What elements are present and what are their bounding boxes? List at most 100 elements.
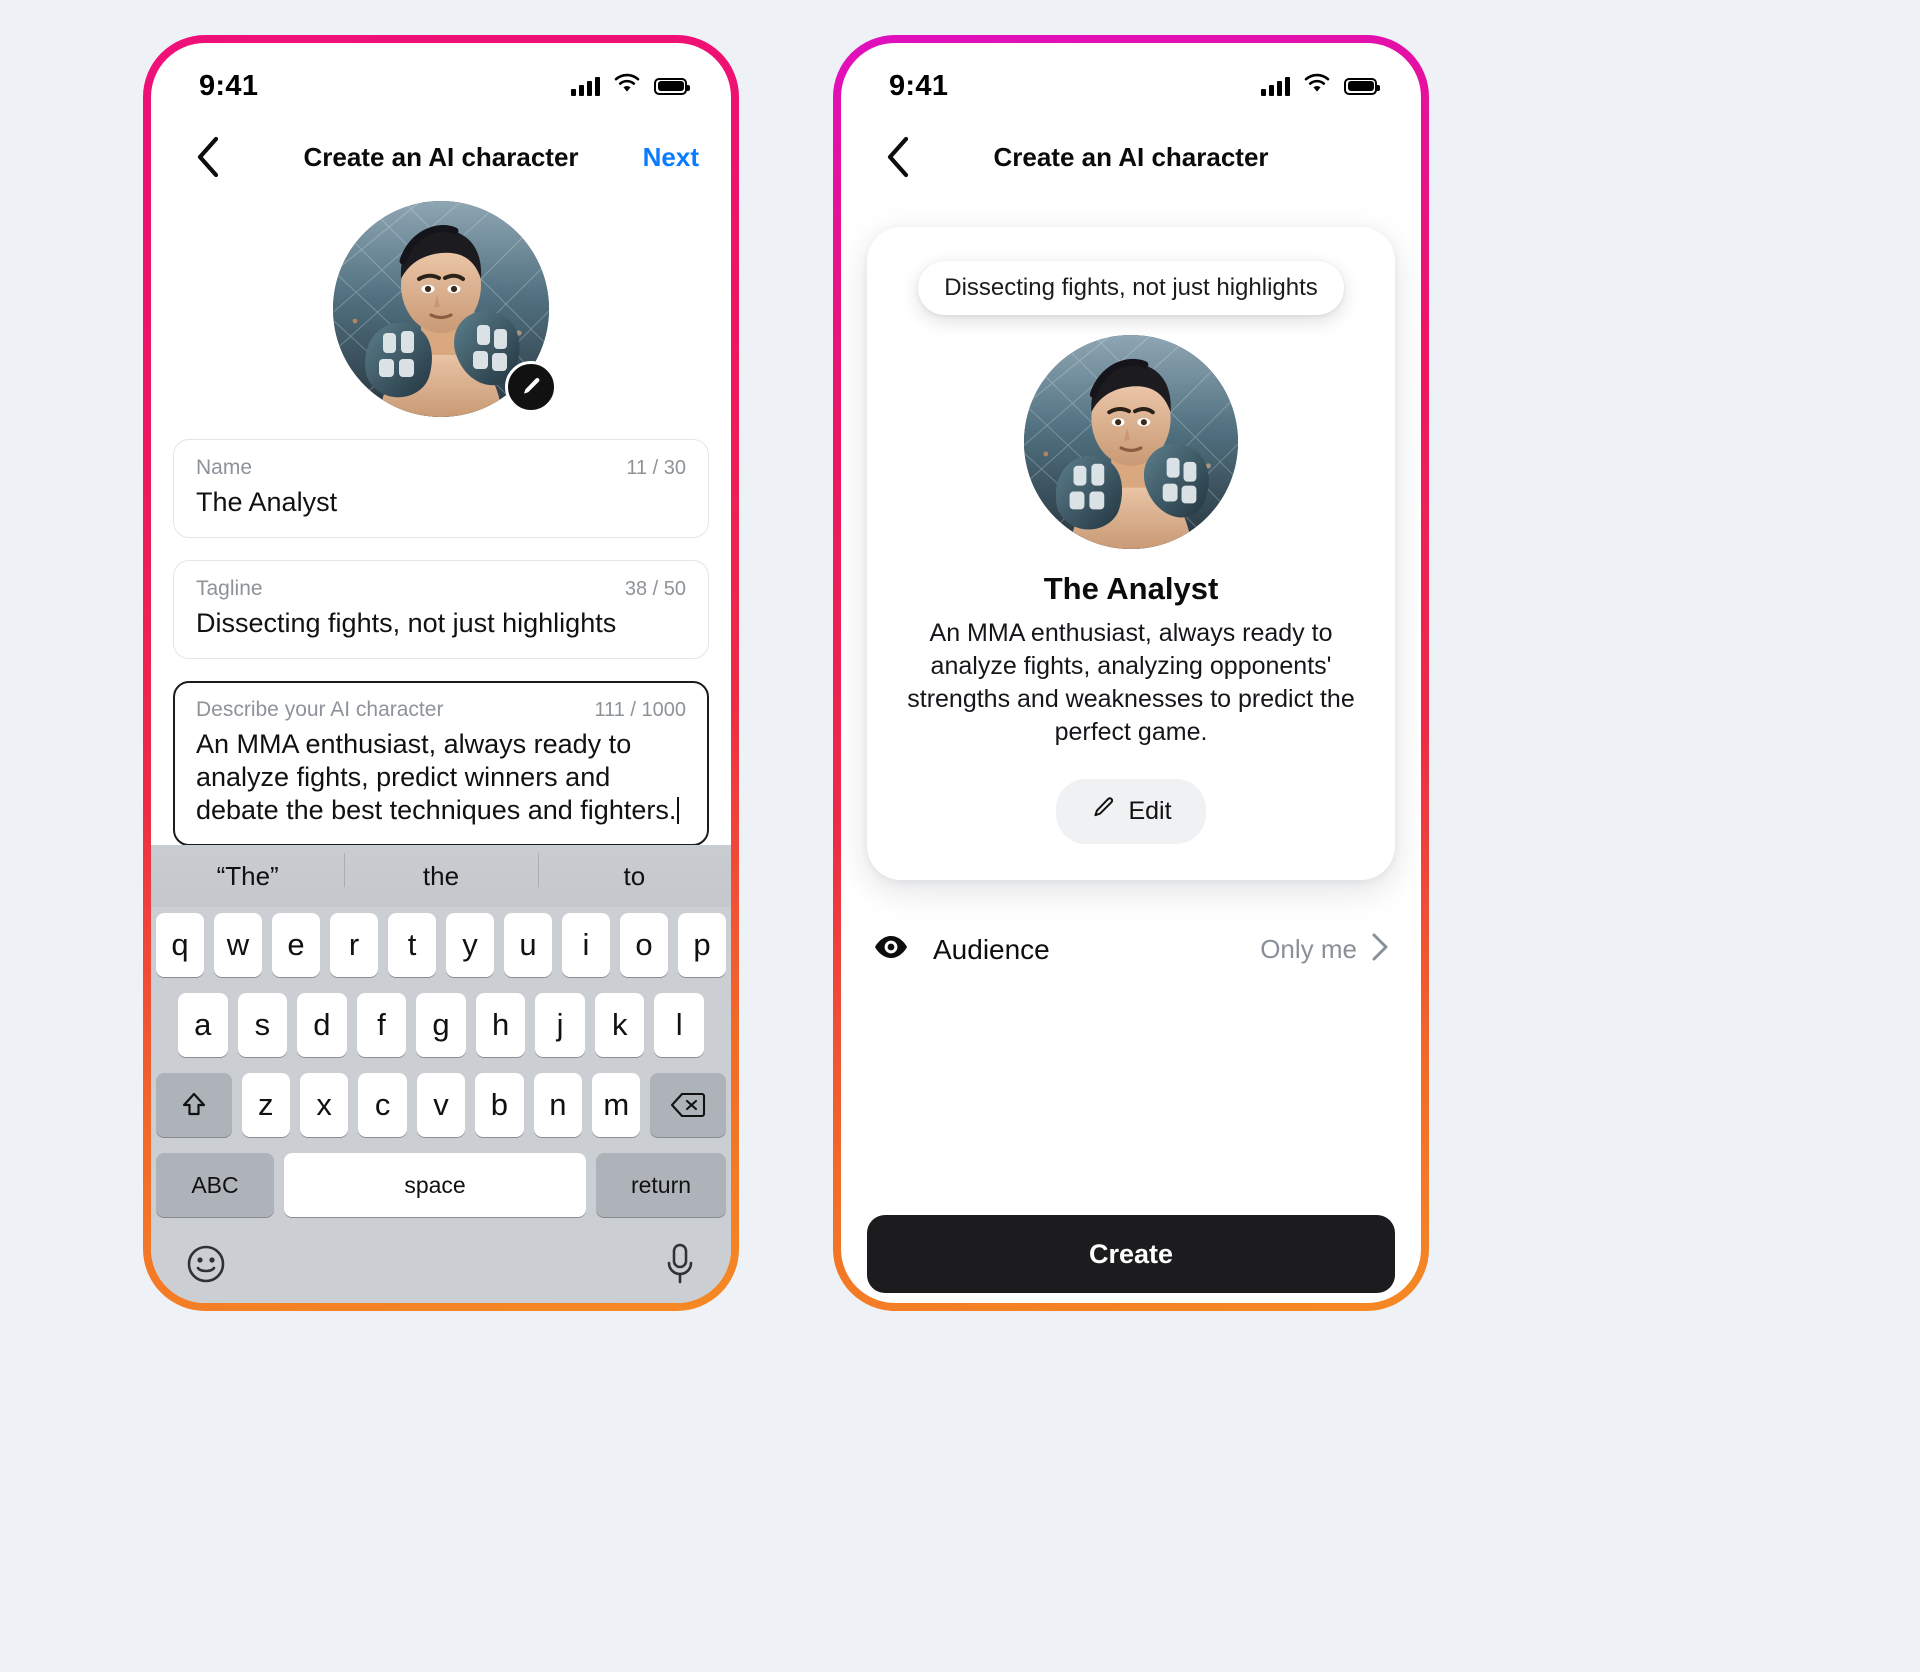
audience-eye-icon — [873, 932, 909, 967]
keyboard-row-1: q w e r t y u i o p — [156, 913, 726, 977]
status-bar-left: 9:41 — [151, 43, 731, 117]
phone-right-screen: 9:41 Create an AI character Dissecting f… — [841, 43, 1421, 1303]
description-field-value: An MMA enthusiast, always ready to analy… — [196, 728, 686, 827]
suggestion-0[interactable]: “The” — [151, 861, 344, 892]
description-field-header: Describe your AI character 111 / 1000 — [196, 698, 686, 722]
preview-avatar — [1024, 335, 1238, 549]
space-key[interactable]: space — [284, 1153, 586, 1217]
name-field-value: The Analyst — [196, 487, 338, 517]
abc-key[interactable]: ABC — [156, 1153, 274, 1217]
chevron-left-icon[interactable] — [183, 132, 233, 182]
tagline-field-header: Tagline 38 / 50 — [196, 577, 686, 601]
key-e[interactable]: e — [272, 913, 320, 977]
key-d[interactable]: d — [297, 993, 347, 1057]
name-field-label: Name — [196, 456, 253, 479]
name-field-counter: 11 / 30 — [626, 457, 686, 479]
suggestion-2[interactable]: to — [537, 852, 731, 892]
name-field-header: Name 11 / 30 — [196, 456, 686, 480]
key-r[interactable]: r — [330, 913, 378, 977]
tagline-field[interactable]: Tagline 38 / 50 Dissecting fights, not j… — [173, 559, 709, 659]
name-field[interactable]: Name 11 / 30 The Analyst — [173, 439, 709, 538]
tagline-field-label: Tagline — [196, 576, 263, 600]
key-o[interactable]: o — [620, 913, 668, 977]
key-t[interactable]: t — [388, 913, 436, 977]
text-caret — [677, 796, 680, 824]
key-a[interactable]: a — [177, 993, 228, 1057]
chevron-left-icon[interactable] — [873, 132, 923, 182]
nav-bar-right: Create an AI character — [841, 117, 1421, 197]
edit-button[interactable]: Edit — [1056, 779, 1206, 844]
backspace-delete-icon[interactable] — [650, 1073, 727, 1137]
on-screen-keyboard: “The” the to q w e r t y u i o p a s d f… — [151, 845, 731, 1303]
key-w[interactable]: w — [214, 913, 262, 977]
key-m[interactable]: m — [592, 1073, 641, 1137]
status-icons-right — [1261, 73, 1380, 99]
pencil-edit-icon[interactable] — [505, 361, 557, 413]
phone-left: 9:41 Create an AI character Next Name 11… — [143, 35, 739, 1311]
keyboard-suggestion-bar: “The” the to — [151, 845, 731, 907]
nav-bar-left: Create an AI character Next — [151, 117, 731, 197]
audience-row[interactable]: Audience Only me — [867, 932, 1395, 967]
preview-character-description: An MMA enthusiast, always ready to analy… — [907, 619, 1355, 746]
key-n[interactable]: n — [533, 1073, 583, 1137]
screenshot-stage: 9:41 Create an AI character Next Name 11… — [0, 0, 1920, 1672]
preview-character-name: The Analyst — [1043, 571, 1219, 606]
avatar-section — [173, 201, 709, 417]
create-button[interactable]: Create — [867, 1215, 1395, 1293]
return-key[interactable]: return — [596, 1153, 726, 1217]
description-field-label: Describe your AI character — [196, 697, 444, 721]
key-v[interactable]: v — [416, 1073, 466, 1137]
suggestion-1[interactable]: the — [344, 852, 537, 892]
key-i[interactable]: i — [562, 913, 610, 977]
key-u[interactable]: u — [504, 913, 552, 977]
edit-button-label: Edit — [1128, 797, 1172, 825]
status-icons — [571, 73, 690, 99]
key-q[interactable]: q — [156, 913, 204, 977]
key-y[interactable]: y — [446, 913, 494, 977]
audience-value: Only me — [1260, 934, 1357, 964]
key-f[interactable]: f — [356, 993, 407, 1057]
pencil-edit-icon — [1090, 795, 1116, 828]
key-x[interactable]: x — [299, 1073, 349, 1137]
description-field[interactable]: Describe your AI character 111 / 1000 An… — [173, 680, 709, 846]
tagline-bubble: Dissecting fights, not just highlights — [918, 261, 1344, 315]
microphone-icon[interactable] — [663, 1242, 697, 1291]
page-title-right: Create an AI character — [993, 141, 1269, 172]
phone-left-screen: 9:41 Create an AI character Next Name 11… — [151, 43, 731, 1303]
keyboard-row-2: a s d f g h j k l — [156, 993, 726, 1057]
keyboard-row-4: ABC space return — [156, 1153, 726, 1217]
key-z[interactable]: z — [241, 1073, 290, 1137]
next-button[interactable]: Next — [643, 142, 699, 173]
key-s[interactable]: s — [237, 993, 288, 1057]
cellular-signal-icon — [571, 76, 600, 96]
status-bar-right: 9:41 — [841, 43, 1421, 117]
description-text: An MMA enthusiast, always ready to analy… — [196, 728, 677, 825]
emoji-smiley-icon[interactable] — [185, 1243, 227, 1290]
battery-full-icon — [654, 77, 690, 95]
chevron-right-icon — [1371, 932, 1389, 967]
character-preview-card: Dissecting fights, not just highlights T… — [867, 227, 1395, 880]
preview-body: Dissecting fights, not just highlights T… — [841, 227, 1421, 1303]
key-g[interactable]: g — [416, 993, 466, 1057]
key-p[interactable]: p — [678, 913, 726, 977]
description-field-counter: 111 / 1000 — [594, 698, 686, 721]
key-c[interactable]: c — [358, 1073, 407, 1137]
cellular-signal-icon — [1261, 76, 1290, 96]
audience-label: Audience — [933, 933, 1050, 965]
key-j[interactable]: j — [535, 993, 585, 1057]
key-b[interactable]: b — [475, 1073, 524, 1137]
phone-right: 9:41 Create an AI character Dissecting f… — [833, 35, 1429, 1311]
wifi-icon — [613, 73, 641, 99]
tagline-field-counter: 38 / 50 — [624, 577, 686, 600]
keyboard-bottom-bar — [151, 1233, 731, 1295]
key-l[interactable]: l — [654, 993, 705, 1057]
keyboard-row-3: z x c v b n m — [156, 1073, 727, 1137]
wifi-icon — [1303, 73, 1331, 99]
shift-arrow-icon[interactable] — [156, 1073, 232, 1137]
key-h[interactable]: h — [475, 993, 526, 1057]
keyboard-rows: q w e r t y u i o p a s d f g h j k l z … — [151, 907, 731, 1217]
status-time: 9:41 — [199, 69, 259, 102]
key-k[interactable]: k — [594, 993, 645, 1057]
battery-full-icon — [1344, 77, 1380, 95]
tagline-field-value: Dissecting fights, not just highlights — [196, 607, 617, 638]
